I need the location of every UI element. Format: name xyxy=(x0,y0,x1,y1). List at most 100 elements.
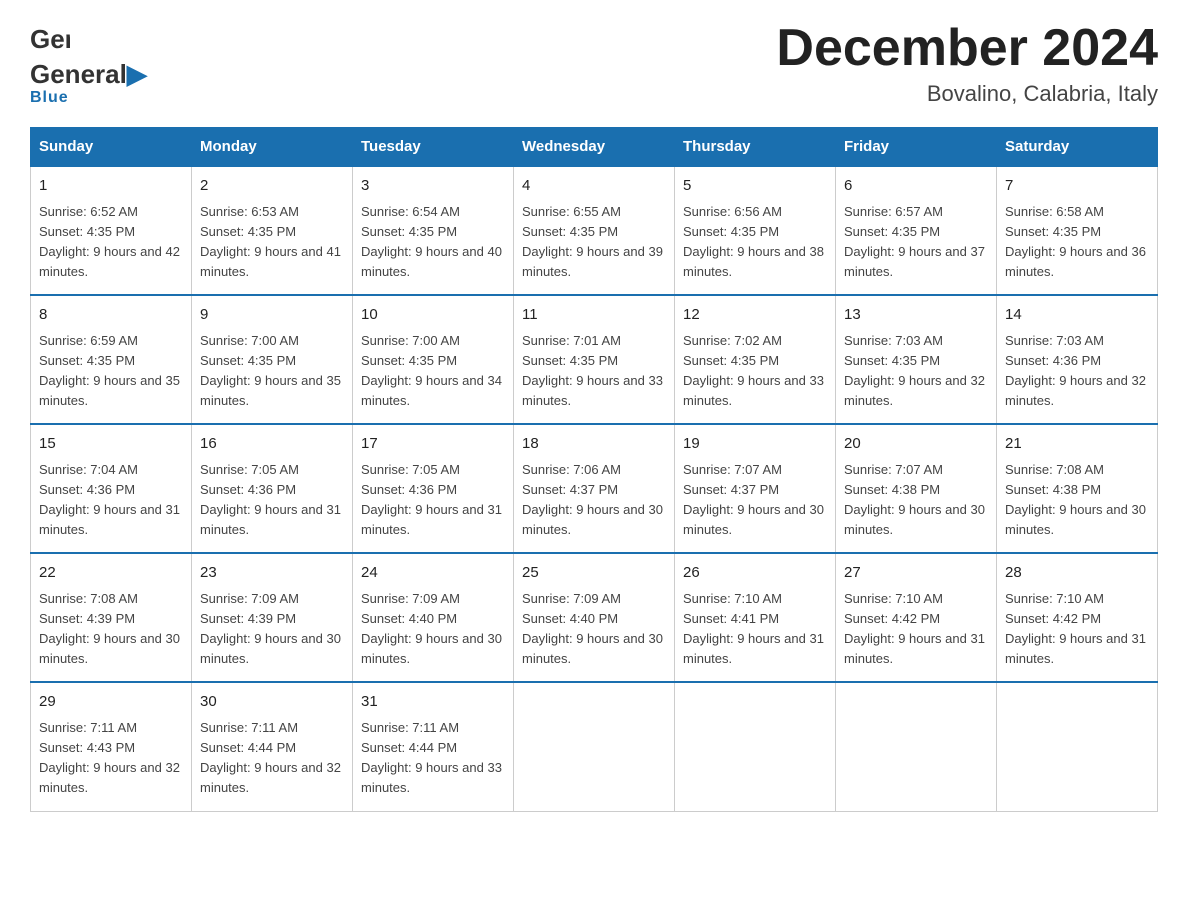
header-saturday: Saturday xyxy=(997,128,1158,167)
day-number: 13 xyxy=(844,304,988,327)
calendar-cell: 18 Sunrise: 7:06 AMSunset: 4:37 PMDayligh… xyxy=(514,424,675,553)
day-info: Sunrise: 6:56 AMSunset: 4:35 PMDaylight:… xyxy=(683,202,827,283)
day-info: Sunrise: 7:11 AMSunset: 4:43 PMDaylight:… xyxy=(39,718,183,799)
day-number: 28 xyxy=(1005,562,1149,585)
day-number: 29 xyxy=(39,691,183,714)
calendar-cell: 1Sunrise: 6:52 AMSunset: 4:35 PMDaylight… xyxy=(31,166,192,295)
day-info: Sunrise: 7:07 AMSunset: 4:38 PMDaylight:… xyxy=(844,460,988,541)
calendar-cell: 25 Sunrise: 7:09 AMSunset: 4:40 PMDayligh… xyxy=(514,553,675,682)
day-info: Sunrise: 6:54 AMSunset: 4:35 PMDaylight:… xyxy=(361,202,505,283)
calendar-cell: 15Sunrise: 7:04 AMSunset: 4:36 PMDayligh… xyxy=(31,424,192,553)
day-info: Sunrise: 6:57 AMSunset: 4:35 PMDaylight:… xyxy=(844,202,988,283)
calendar-cell: 28 Sunrise: 7:10 AMSunset: 4:42 PMDayligh… xyxy=(997,553,1158,682)
day-number: 22 xyxy=(39,562,183,585)
day-number: 27 xyxy=(844,562,988,585)
day-number: 1 xyxy=(39,175,183,198)
page-header: General General▶ Blue December 2024 Bova… xyxy=(30,20,1158,107)
calendar-cell: 8Sunrise: 6:59 AMSunset: 4:35 PMDaylight… xyxy=(31,295,192,424)
day-info: Sunrise: 7:10 AMSunset: 4:42 PMDaylight:… xyxy=(1005,589,1149,670)
day-info: Sunrise: 7:05 AMSunset: 4:36 PMDaylight:… xyxy=(200,460,344,541)
calendar-cell: 14 Sunrise: 7:03 AMSunset: 4:36 PMDayligh… xyxy=(997,295,1158,424)
day-info: Sunrise: 7:09 AMSunset: 4:40 PMDaylight:… xyxy=(522,589,666,670)
day-number: 7 xyxy=(1005,175,1149,198)
day-number: 25 xyxy=(522,562,666,585)
calendar-cell: 24 Sunrise: 7:09 AMSunset: 4:40 PMDayligh… xyxy=(353,553,514,682)
calendar-cell: 13 Sunrise: 7:03 AMSunset: 4:35 PMDayligh… xyxy=(836,295,997,424)
header-sunday: Sunday xyxy=(31,128,192,167)
calendar-cell: 3 Sunrise: 6:54 AMSunset: 4:35 PMDaylight… xyxy=(353,166,514,295)
day-number: 9 xyxy=(200,304,344,327)
day-number: 18 xyxy=(522,433,666,456)
title-block: December 2024 Bovalino, Calabria, Italy xyxy=(776,20,1158,107)
week-row-5: 29 Sunrise: 7:11 AMSunset: 4:43 PMDayligh… xyxy=(31,682,1158,811)
day-info: Sunrise: 6:55 AMSunset: 4:35 PMDaylight:… xyxy=(522,202,666,283)
day-info: Sunrise: 7:11 AMSunset: 4:44 PMDaylight:… xyxy=(200,718,344,799)
calendar-cell xyxy=(836,682,997,811)
calendar-cell: 2 Sunrise: 6:53 AMSunset: 4:35 PMDaylight… xyxy=(192,166,353,295)
day-info: Sunrise: 6:59 AMSunset: 4:35 PMDaylight:… xyxy=(39,331,183,412)
day-number: 26 xyxy=(683,562,827,585)
day-number: 23 xyxy=(200,562,344,585)
day-number: 17 xyxy=(361,433,505,456)
calendar-table: SundayMondayTuesdayWednesdayThursdayFrid… xyxy=(30,127,1158,811)
day-number: 30 xyxy=(200,691,344,714)
logo-blue-label: Blue xyxy=(30,89,69,107)
day-info: Sunrise: 7:02 AMSunset: 4:35 PMDaylight:… xyxy=(683,331,827,412)
calendar-cell: 17 Sunrise: 7:05 AMSunset: 4:36 PMDayligh… xyxy=(353,424,514,553)
svg-text:General: General xyxy=(30,24,70,54)
day-info: Sunrise: 6:58 AMSunset: 4:35 PMDaylight:… xyxy=(1005,202,1149,283)
day-number: 24 xyxy=(361,562,505,585)
day-number: 5 xyxy=(683,175,827,198)
day-number: 4 xyxy=(522,175,666,198)
header-thursday: Thursday xyxy=(675,128,836,167)
day-info: Sunrise: 7:04 AMSunset: 4:36 PMDaylight:… xyxy=(39,460,183,541)
header-friday: Friday xyxy=(836,128,997,167)
day-info: Sunrise: 7:01 AMSunset: 4:35 PMDaylight:… xyxy=(522,331,666,412)
calendar-cell xyxy=(514,682,675,811)
week-row-2: 8Sunrise: 6:59 AMSunset: 4:35 PMDaylight… xyxy=(31,295,1158,424)
calendar-cell: 12 Sunrise: 7:02 AMSunset: 4:35 PMDayligh… xyxy=(675,295,836,424)
day-info: Sunrise: 7:11 AMSunset: 4:44 PMDaylight:… xyxy=(361,718,505,799)
calendar-cell: 27Sunrise: 7:10 AMSunset: 4:42 PMDayligh… xyxy=(836,553,997,682)
day-info: Sunrise: 7:08 AMSunset: 4:39 PMDaylight:… xyxy=(39,589,183,670)
header-wednesday: Wednesday xyxy=(514,128,675,167)
day-info: Sunrise: 7:03 AMSunset: 4:36 PMDaylight:… xyxy=(1005,331,1149,412)
week-row-1: 1Sunrise: 6:52 AMSunset: 4:35 PMDaylight… xyxy=(31,166,1158,295)
day-info: Sunrise: 7:08 AMSunset: 4:38 PMDaylight:… xyxy=(1005,460,1149,541)
day-number: 19 xyxy=(683,433,827,456)
calendar-cell: 29 Sunrise: 7:11 AMSunset: 4:43 PMDayligh… xyxy=(31,682,192,811)
day-info: Sunrise: 7:03 AMSunset: 4:35 PMDaylight:… xyxy=(844,331,988,412)
day-info: Sunrise: 7:09 AMSunset: 4:40 PMDaylight:… xyxy=(361,589,505,670)
day-info: Sunrise: 7:10 AMSunset: 4:41 PMDaylight:… xyxy=(683,589,827,670)
day-info: Sunrise: 7:00 AMSunset: 4:35 PMDaylight:… xyxy=(200,331,344,412)
calendar-header-row: SundayMondayTuesdayWednesdayThursdayFrid… xyxy=(31,128,1158,167)
calendar-cell: 31 Sunrise: 7:11 AMSunset: 4:44 PMDayligh… xyxy=(353,682,514,811)
day-number: 20 xyxy=(844,433,988,456)
week-row-3: 15Sunrise: 7:04 AMSunset: 4:36 PMDayligh… xyxy=(31,424,1158,553)
day-number: 3 xyxy=(361,175,505,198)
day-number: 12 xyxy=(683,304,827,327)
calendar-cell: 16 Sunrise: 7:05 AMSunset: 4:36 PMDayligh… xyxy=(192,424,353,553)
day-number: 31 xyxy=(361,691,505,714)
day-number: 16 xyxy=(200,433,344,456)
calendar-cell: 21 Sunrise: 7:08 AMSunset: 4:38 PMDayligh… xyxy=(997,424,1158,553)
day-info: Sunrise: 6:53 AMSunset: 4:35 PMDaylight:… xyxy=(200,202,344,283)
day-info: Sunrise: 7:06 AMSunset: 4:37 PMDaylight:… xyxy=(522,460,666,541)
day-number: 14 xyxy=(1005,304,1149,327)
calendar-cell: 22 Sunrise: 7:08 AMSunset: 4:39 PMDayligh… xyxy=(31,553,192,682)
day-info: Sunrise: 7:09 AMSunset: 4:39 PMDaylight:… xyxy=(200,589,344,670)
calendar-cell: 5 Sunrise: 6:56 AMSunset: 4:35 PMDaylight… xyxy=(675,166,836,295)
day-number: 6 xyxy=(844,175,988,198)
day-number: 10 xyxy=(361,304,505,327)
day-number: 21 xyxy=(1005,433,1149,456)
day-info: Sunrise: 7:07 AMSunset: 4:37 PMDaylight:… xyxy=(683,460,827,541)
calendar-cell: 26 Sunrise: 7:10 AMSunset: 4:41 PMDayligh… xyxy=(675,553,836,682)
location-subtitle: Bovalino, Calabria, Italy xyxy=(776,81,1158,107)
logo-icon: General xyxy=(30,20,70,60)
day-number: 2 xyxy=(200,175,344,198)
calendar-cell xyxy=(997,682,1158,811)
day-info: Sunrise: 7:05 AMSunset: 4:36 PMDaylight:… xyxy=(361,460,505,541)
logo: General General▶ Blue xyxy=(30,20,147,107)
calendar-cell: 20 Sunrise: 7:07 AMSunset: 4:38 PMDayligh… xyxy=(836,424,997,553)
calendar-cell: 6 Sunrise: 6:57 AMSunset: 4:35 PMDaylight… xyxy=(836,166,997,295)
